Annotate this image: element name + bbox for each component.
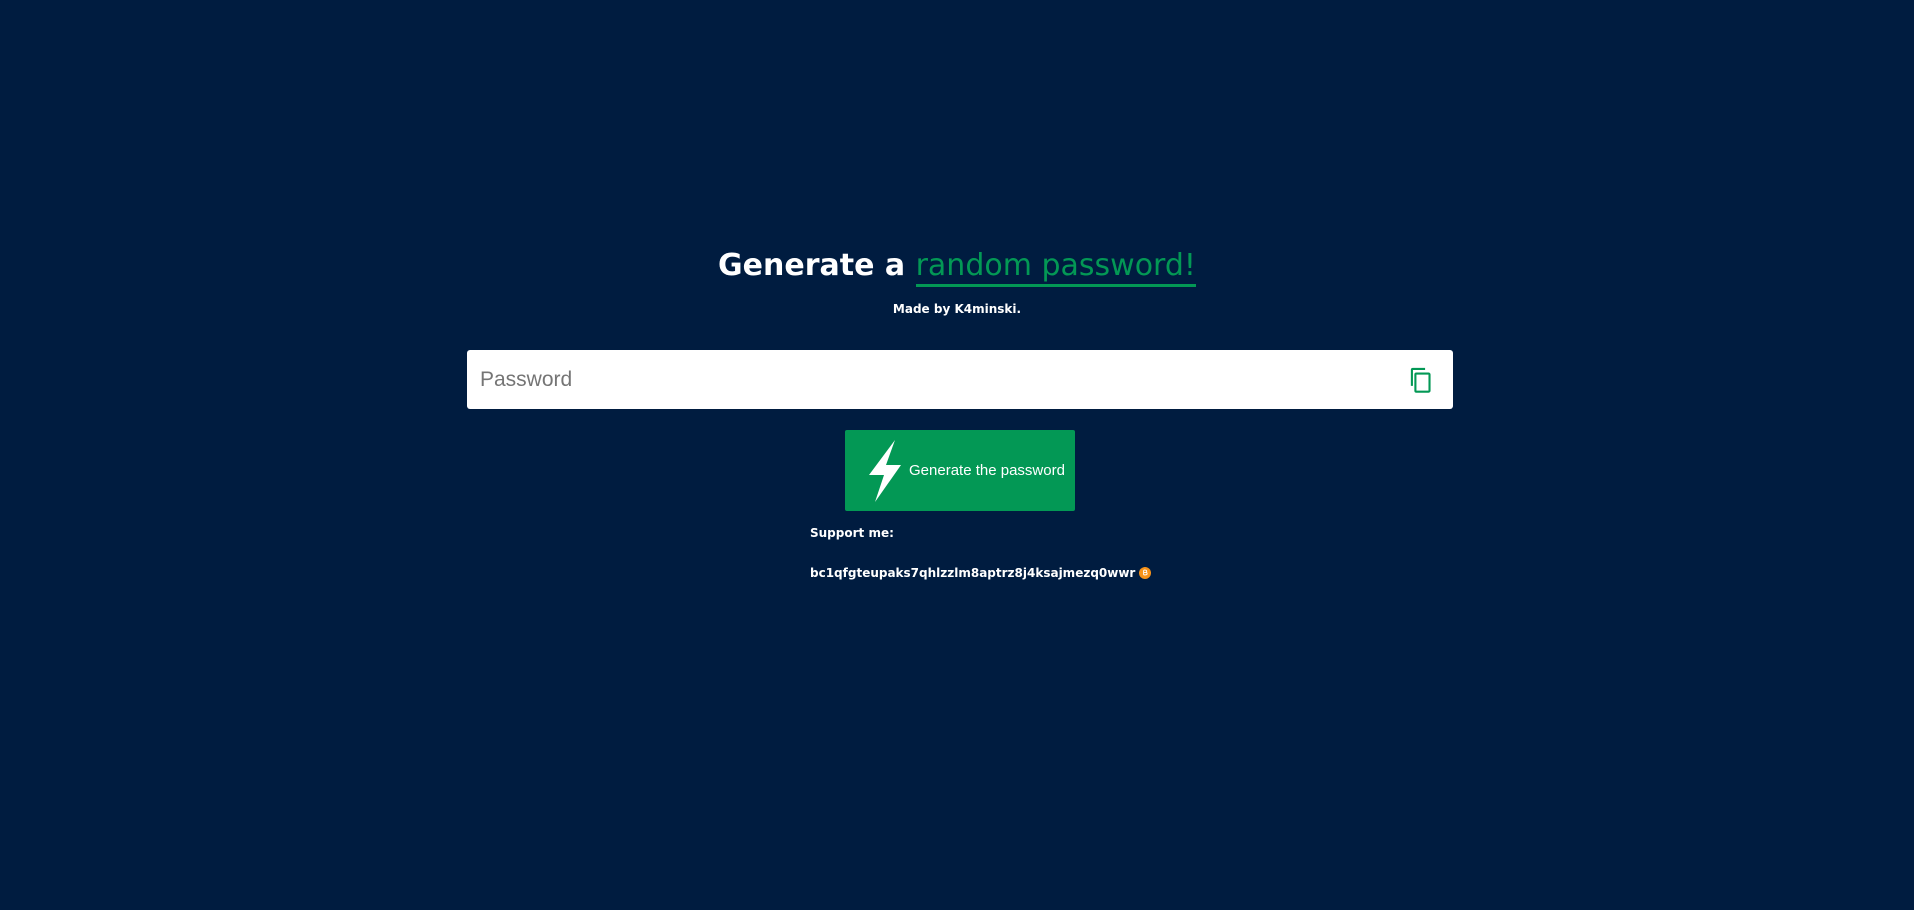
btc-address: bc1qfgteupaks7qhlzzlm8aptrz8j4ksajmezq0w… bbox=[810, 566, 1136, 580]
lightning-bolt-icon bbox=[869, 439, 901, 502]
generate-password-button[interactable]: Generate the password bbox=[845, 430, 1075, 511]
page: Generate a random password! Made by K4mi… bbox=[0, 0, 1914, 910]
bitcoin-icon bbox=[1139, 567, 1152, 579]
generate-password-label: Generate the password bbox=[909, 462, 1065, 479]
password-field-container bbox=[467, 350, 1453, 409]
btc-address-row: bc1qfgteupaks7qhlzzlm8aptrz8j4ksajmezq0w… bbox=[810, 566, 1152, 580]
title-prefix: Generate a bbox=[718, 248, 916, 283]
title-accent: random password! bbox=[915, 248, 1196, 287]
password-input[interactable] bbox=[467, 350, 1387, 409]
copy-icon[interactable] bbox=[1407, 365, 1435, 395]
page-title: Generate a random password! bbox=[0, 248, 1914, 287]
author-credit: Made by K4minski. bbox=[892, 302, 1022, 316]
support-label: Support me: bbox=[810, 526, 894, 540]
